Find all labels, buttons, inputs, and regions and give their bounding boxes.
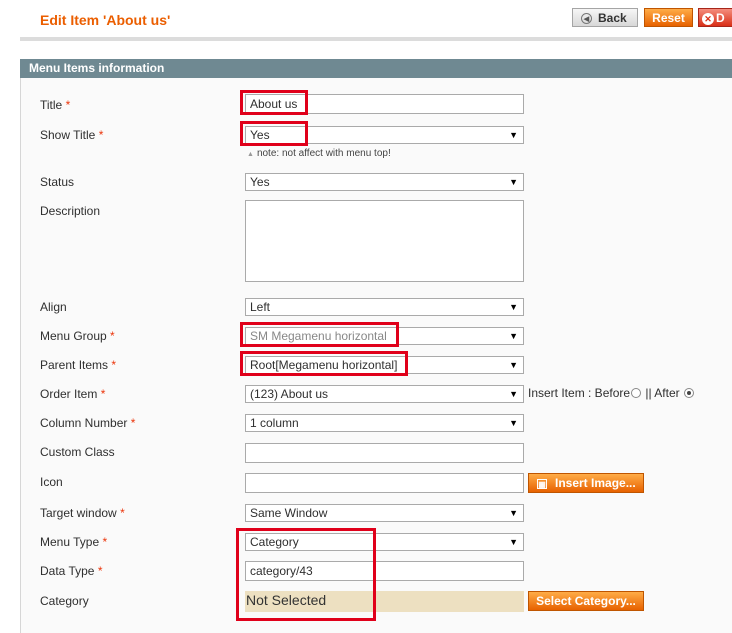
icon-input[interactable] <box>245 473 524 493</box>
chevron-down-icon: ▼ <box>509 537 518 547</box>
menu-group-label: Menu Group * <box>40 329 115 343</box>
show-title-label: Show Title * <box>40 128 104 142</box>
category-label: Category <box>40 594 89 608</box>
menu-group-select[interactable]: SM Megamenu horizontal ▼ <box>245 327 524 345</box>
chevron-down-icon: ▼ <box>509 389 518 399</box>
reset-button[interactable]: Reset <box>644 8 693 27</box>
status-label: Status <box>40 175 75 189</box>
title-label: Title * <box>40 98 71 112</box>
close-icon: ✕ <box>702 12 714 25</box>
insert-after-radio[interactable] <box>683 388 694 398</box>
select-category-button[interactable]: Select Category... <box>528 591 644 611</box>
chevron-down-icon: ▼ <box>509 177 518 187</box>
status-select[interactable]: Yes ▼ <box>245 173 524 191</box>
insert-item-options: Insert Item : Before || After <box>528 386 695 400</box>
align-label: Align <box>40 300 67 314</box>
insert-image-button[interactable]: ▦ Insert Image... <box>528 473 644 493</box>
delete-button[interactable]: ✕ D <box>698 8 732 27</box>
description-textarea[interactable] <box>245 200 524 282</box>
icon-label: Icon <box>40 475 63 489</box>
page-header: Edit Item 'About us' ◀ Back Reset ✕ D <box>0 0 732 41</box>
target-window-select[interactable]: Same Window ▼ <box>245 504 524 522</box>
back-button-label: Back <box>598 11 627 25</box>
custom-class-label: Custom Class <box>40 445 115 459</box>
section-header: Menu Items information <box>20 59 732 78</box>
chevron-down-icon: ▼ <box>509 302 518 312</box>
parent-items-select[interactable]: Root[Megamenu horizontal] ▼ <box>245 356 524 374</box>
chevron-down-icon: ▼ <box>509 130 518 140</box>
chevron-down-icon: ▼ <box>509 360 518 370</box>
chevron-down-icon: ▼ <box>509 508 518 518</box>
show-title-note: ▲ note: not affect with menu top! <box>247 148 391 159</box>
header-divider <box>20 37 732 41</box>
note-arrow-icon: ▲ <box>247 151 254 158</box>
target-window-label: Target window * <box>40 506 125 520</box>
description-label: Description <box>40 204 101 218</box>
page-title: Edit Item 'About us' <box>40 12 171 28</box>
column-number-select[interactable]: 1 column ▼ <box>245 414 524 432</box>
parent-items-label: Parent Items * <box>40 358 117 372</box>
chevron-down-icon: ▼ <box>509 418 518 428</box>
show-title-select[interactable]: Yes ▼ <box>245 126 524 144</box>
chevron-down-icon: ▼ <box>509 331 518 341</box>
category-value: Not Selected <box>245 591 524 612</box>
data-type-label: Data Type * <box>40 564 103 578</box>
column-number-label: Column Number * <box>40 416 136 430</box>
order-item-select[interactable]: (123) About us ▼ <box>245 385 524 403</box>
back-button[interactable]: ◀ Back <box>572 8 638 27</box>
align-select[interactable]: Left ▼ <box>245 298 524 316</box>
back-arrow-icon: ◀ <box>581 13 592 25</box>
insert-before-radio[interactable] <box>631 388 642 398</box>
title-input[interactable]: About us <box>245 94 524 114</box>
order-item-label: Order Item * <box>40 387 106 401</box>
image-icon: ▦ <box>537 478 547 489</box>
data-type-input[interactable]: category/43 <box>245 561 524 581</box>
menu-type-label: Menu Type * <box>40 535 108 549</box>
custom-class-input[interactable] <box>245 443 524 463</box>
insert-image-label: Insert Image... <box>555 476 636 490</box>
delete-button-label: D <box>716 11 725 25</box>
menu-type-select[interactable]: Category ▼ <box>245 533 524 551</box>
